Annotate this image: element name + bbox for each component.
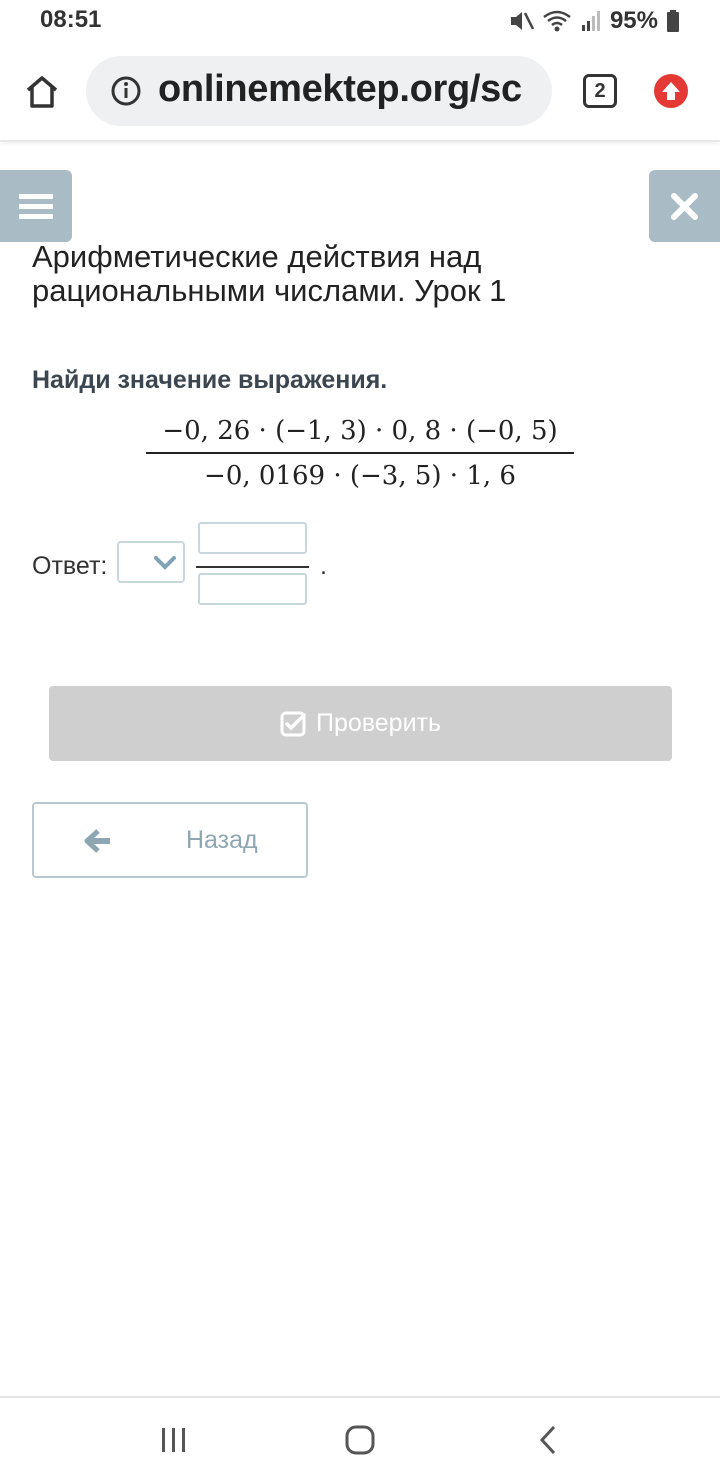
- tabs-button[interactable]: 2: [583, 74, 617, 108]
- address-bar[interactable]: onlinemektep.org/sc: [86, 56, 552, 126]
- check-square-icon: [280, 711, 306, 736]
- signal-icon: [581, 11, 600, 31]
- status-bar: 08:51 95%: [0, 0, 720, 44]
- expression-numerator: −0, 26 · (−1, 3) · 0, 8 · (−0, 5): [162, 416, 558, 446]
- browser-toolbar: onlinemektep.org/sc 2: [0, 44, 720, 142]
- update-button[interactable]: [654, 74, 688, 108]
- system-nav-bar: [0, 1396, 720, 1482]
- arrow-left-icon: [84, 829, 110, 853]
- lesson-title: Арифметические действия над рациональным…: [32, 239, 507, 308]
- answer-fraction-bar: [196, 566, 309, 568]
- close-icon: [671, 193, 698, 220]
- status-icons: 95%: [508, 6, 680, 36]
- chevron-down-icon: [154, 556, 176, 570]
- answer-label: Ответ:: [32, 552, 108, 580]
- url-text: onlinemektep.org/sc: [158, 68, 522, 110]
- check-button[interactable]: Проверить: [49, 686, 672, 761]
- tab-count: 2: [594, 79, 606, 102]
- battery-icon: [667, 10, 679, 32]
- back-button-label: Назад: [186, 826, 258, 854]
- back-icon[interactable]: [536, 1424, 560, 1456]
- wifi-icon: [543, 10, 571, 32]
- back-button[interactable]: Назад: [32, 802, 308, 878]
- update-icon: [662, 82, 680, 100]
- mute-icon: [510, 12, 534, 30]
- expression-fraction: −0, 26 · (−1, 3) · 0, 8 · (−0, 5) −0, 01…: [146, 410, 574, 498]
- status-time: 08:51: [40, 6, 102, 33]
- recents-icon[interactable]: [160, 1426, 188, 1454]
- answer-denominator-input[interactable]: [198, 573, 307, 605]
- answer-period: .: [320, 552, 327, 580]
- expression-denominator: −0, 0169 · (−3, 5) · 1, 6: [204, 461, 516, 491]
- close-button[interactable]: [649, 170, 720, 242]
- check-button-label: Проверить: [315, 709, 442, 737]
- menu-button[interactable]: [0, 170, 72, 242]
- battery-percentage: 95%: [609, 7, 658, 34]
- hamburger-icon: [19, 194, 53, 219]
- home-icon[interactable]: [22, 72, 62, 112]
- info-icon[interactable]: [110, 75, 142, 107]
- answer-numerator-input[interactable]: [198, 522, 307, 554]
- home-circle-icon[interactable]: [344, 1424, 376, 1456]
- task-instruction: Найди значение выражения.: [32, 366, 388, 394]
- sign-select[interactable]: [117, 541, 185, 583]
